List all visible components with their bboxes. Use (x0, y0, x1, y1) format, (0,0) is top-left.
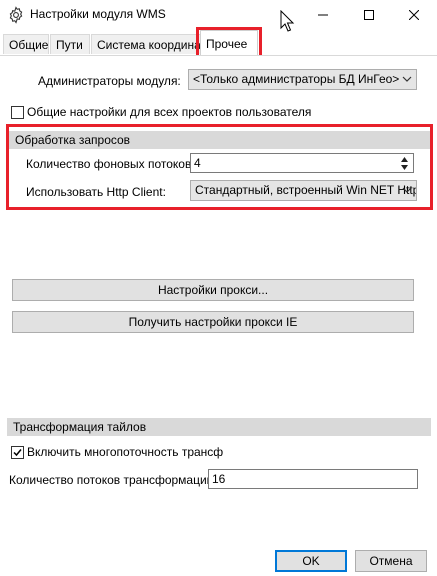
tab-paths[interactable]: Пути (50, 34, 90, 54)
maximize-icon (364, 10, 374, 20)
window-title: Настройки модуля WMS (30, 7, 166, 21)
close-icon (409, 10, 419, 20)
admins-label: Администраторы модуля: (38, 74, 181, 88)
chevron-down-icon (402, 76, 412, 82)
http-client-label: Использовать Http Client: (26, 185, 166, 199)
spin-up-icon (401, 156, 408, 162)
transform-threads-label: Количество потоков трансформации: (9, 473, 217, 487)
tiles-group-title: Трансформация тайлов (13, 420, 147, 434)
mouse-cursor-icon (280, 10, 295, 32)
requests-group-title: Обработка запросов (15, 133, 131, 147)
minimize-button[interactable] (300, 0, 346, 30)
title-bar: Настройки модуля WMS (0, 0, 437, 30)
tab-general[interactable]: Общие (3, 34, 49, 54)
http-client-select[interactable]: Стандартный, встроенный Win NET Http (190, 180, 417, 201)
close-button[interactable] (391, 0, 437, 30)
spin-down-icon (401, 164, 408, 170)
common-settings-checkbox[interactable] (11, 106, 24, 119)
minimize-icon (318, 14, 328, 16)
maximize-button[interactable] (346, 0, 392, 30)
multithread-checkbox[interactable] (11, 446, 24, 459)
admins-value: <Только администраторы БД ИнГео> (193, 72, 400, 86)
background-threads-input[interactable]: 4 (190, 153, 414, 173)
get-ie-proxy-button[interactable]: Получить настройки прокси IE (12, 311, 414, 333)
cancel-button[interactable]: Отмена (355, 550, 427, 572)
ok-button[interactable]: OK (275, 550, 347, 572)
admins-select[interactable]: <Только администраторы БД ИнГео> (188, 69, 417, 90)
multithread-label: Включить многопоточность трансформ (27, 445, 223, 459)
background-threads-label: Количество фоновых потоков: (26, 157, 195, 171)
tiles-group-header: Трансформация тайлов (7, 418, 431, 436)
checkmark-icon (13, 449, 22, 457)
spin-up-button[interactable] (397, 155, 412, 163)
http-client-value: Стандартный, встроенный Win NET Http (195, 183, 417, 197)
transform-threads-input[interactable]: 16 (208, 469, 418, 489)
proxy-settings-button[interactable]: Настройки прокси... (12, 279, 414, 301)
spin-down-button[interactable] (397, 163, 412, 171)
gear-icon (9, 6, 23, 24)
tab-coordinate-system[interactable]: Система координат (91, 34, 201, 54)
requests-group-header: Обработка запросов (9, 131, 430, 149)
common-settings-label: Общие настройки для всех проектов пользо… (27, 105, 312, 119)
chevron-down-icon (402, 187, 412, 193)
